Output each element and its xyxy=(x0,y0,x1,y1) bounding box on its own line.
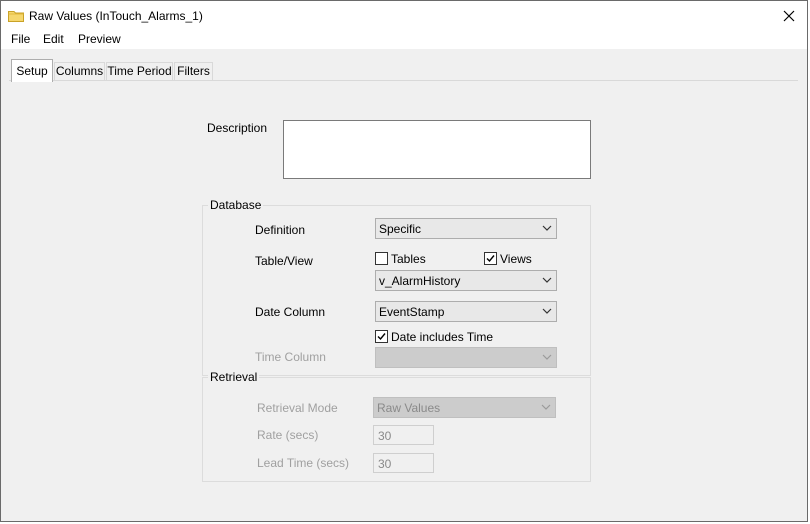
definition-label: Definition xyxy=(255,223,306,237)
lead-time-value: 30 xyxy=(378,457,392,471)
chevron-down-icon xyxy=(542,225,552,231)
views-label: Views xyxy=(500,252,532,266)
close-icon xyxy=(783,10,795,22)
retrieval-mode-label: Retrieval Mode xyxy=(257,401,338,415)
lead-time-input[interactable]: 30 xyxy=(373,453,434,473)
database-group-title: Database xyxy=(208,198,264,212)
close-button[interactable] xyxy=(773,5,805,27)
rate-label: Rate (secs) xyxy=(257,428,319,442)
chevron-down-icon xyxy=(541,404,551,410)
description-label: Description xyxy=(207,121,268,135)
time-column-label: Time Column xyxy=(255,350,326,364)
menu-file[interactable]: File xyxy=(11,32,30,46)
folder-icon xyxy=(8,10,24,22)
chevron-down-icon xyxy=(542,354,552,360)
table-view-dropdown[interactable]: v_AlarmHistory xyxy=(375,270,557,291)
date-includes-time-checkbox[interactable] xyxy=(375,330,388,343)
retrieval-mode-dropdown[interactable]: Raw Values xyxy=(373,397,556,418)
table-view-label: Table/View xyxy=(255,254,313,268)
window-title: Raw Values (InTouch_Alarms_1) xyxy=(29,9,203,23)
tables-checkbox[interactable] xyxy=(375,252,388,265)
tab-divider xyxy=(9,80,798,81)
date-includes-time-label: Date includes Time xyxy=(391,330,494,344)
description-field[interactable] xyxy=(283,120,591,179)
tables-label: Tables xyxy=(391,252,426,266)
menu-edit[interactable]: Edit xyxy=(43,32,64,46)
tab-columns[interactable]: Columns xyxy=(54,62,105,80)
retrieval-mode-value: Raw Values xyxy=(377,401,441,415)
report-window: Raw Values (InTouch_Alarms_1) File Edit … xyxy=(0,0,808,522)
check-icon xyxy=(486,255,495,263)
retrieval-group-title: Retrieval xyxy=(208,370,260,384)
chevron-down-icon xyxy=(542,277,552,283)
title-bar: Raw Values (InTouch_Alarms_1) xyxy=(1,1,807,31)
lead-time-label: Lead Time (secs) xyxy=(257,456,350,470)
definition-dropdown[interactable]: Specific xyxy=(375,218,557,239)
date-column-label: Date Column xyxy=(255,305,326,319)
date-column-value: EventStamp xyxy=(379,305,445,319)
rate-value: 30 xyxy=(378,429,392,443)
table-view-value: v_AlarmHistory xyxy=(379,274,461,288)
tab-time-period[interactable]: Time Period xyxy=(106,62,173,80)
time-column-dropdown[interactable] xyxy=(375,347,557,368)
definition-value: Specific xyxy=(379,222,422,236)
tab-filters[interactable]: Filters xyxy=(174,62,213,80)
views-checkbox[interactable] xyxy=(484,252,497,265)
check-icon xyxy=(377,333,386,341)
chevron-down-icon xyxy=(542,308,552,314)
date-column-dropdown[interactable]: EventStamp xyxy=(375,301,557,322)
tab-setup[interactable]: Setup xyxy=(11,59,53,82)
menu-preview[interactable]: Preview xyxy=(78,32,121,46)
rate-input[interactable]: 30 xyxy=(373,425,434,445)
menu-bar: File Edit Preview xyxy=(1,31,807,49)
